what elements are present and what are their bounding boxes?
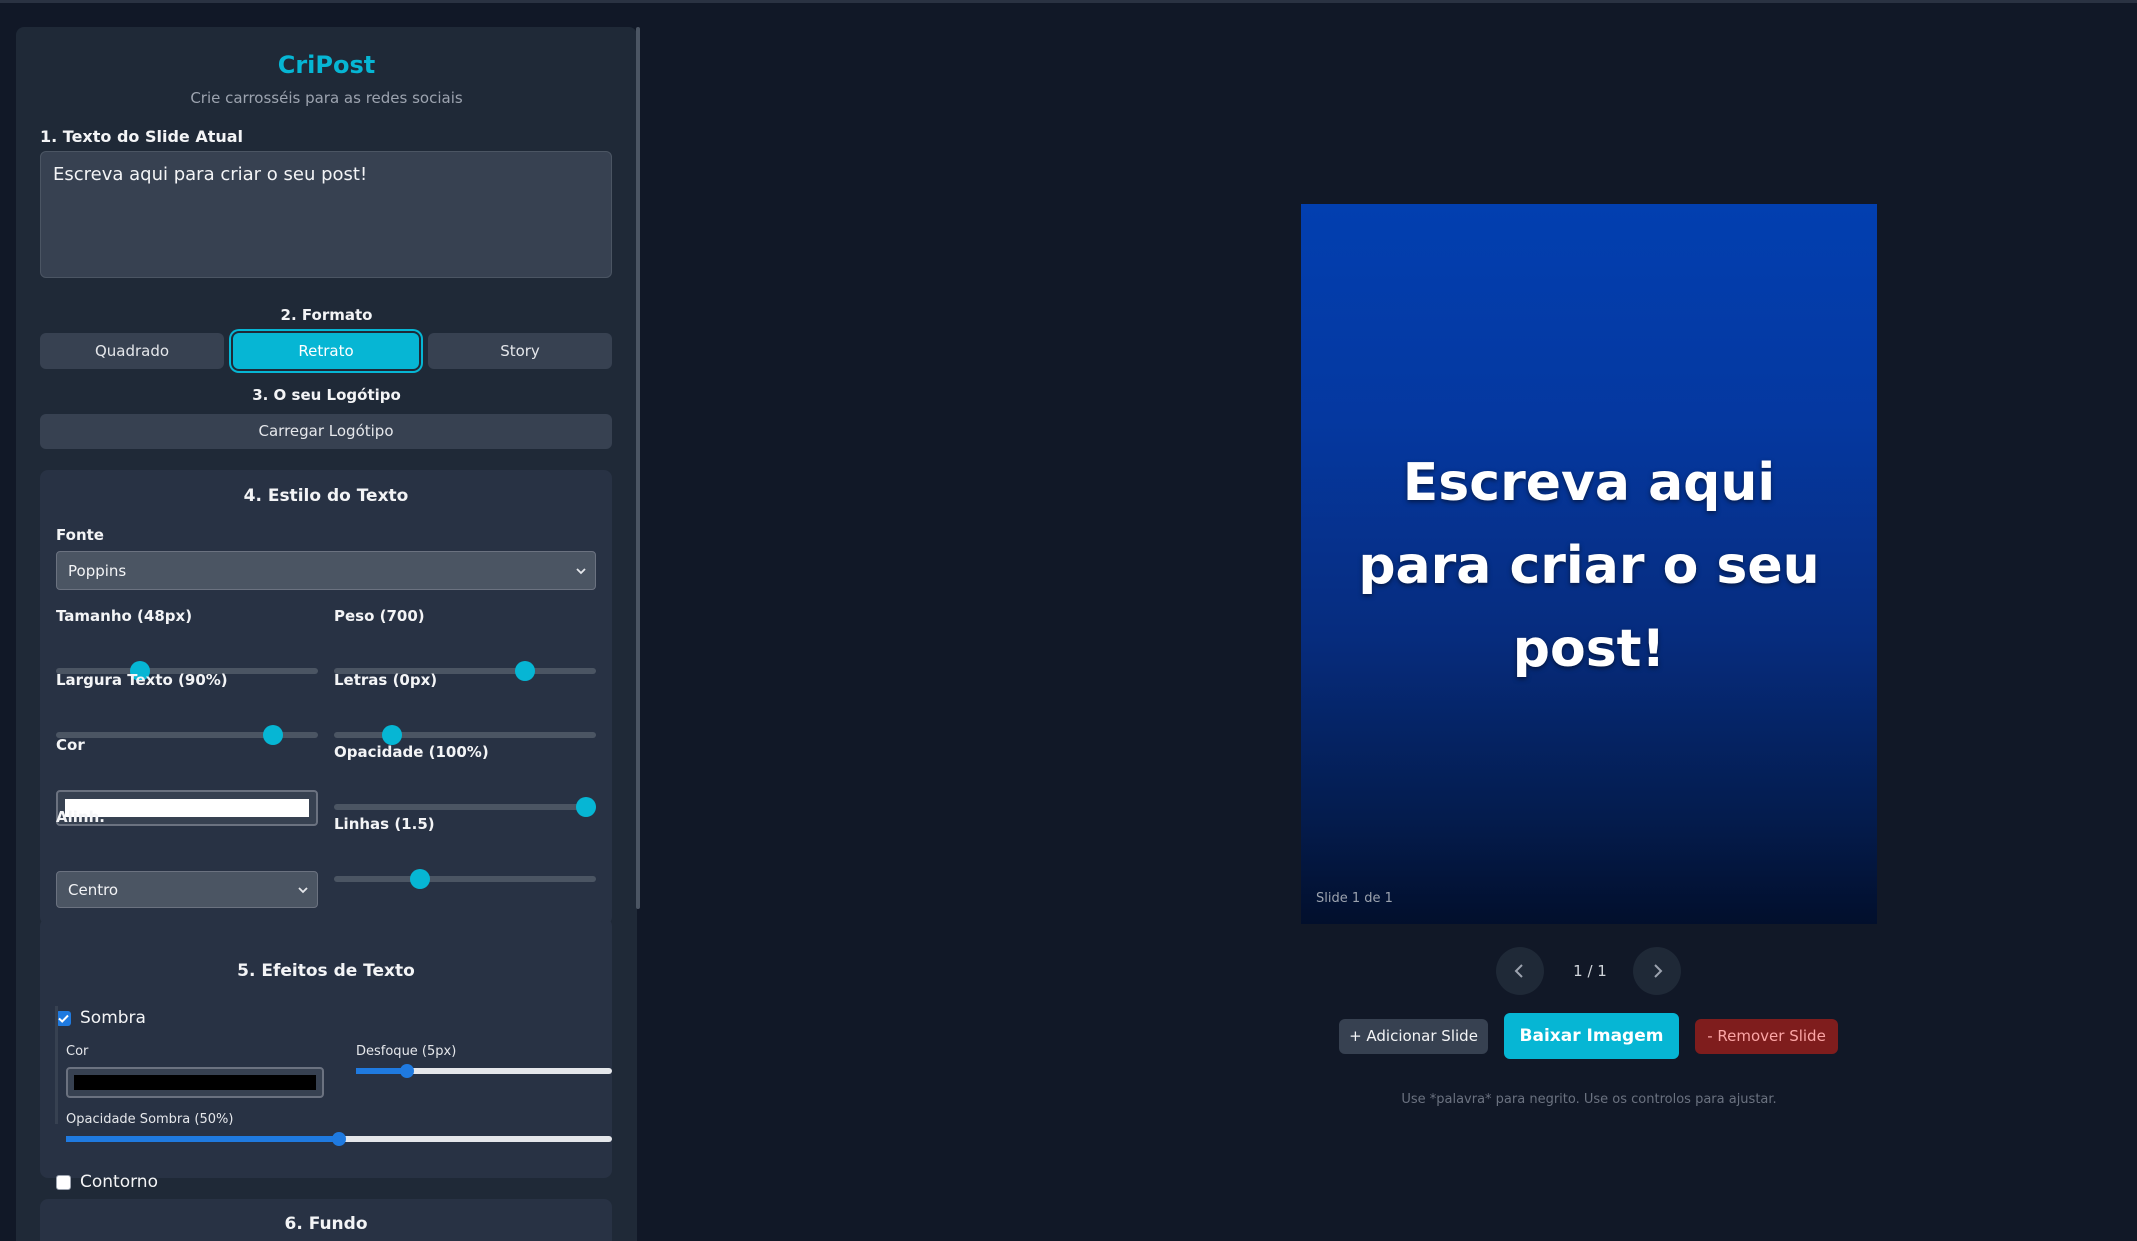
format-square-button[interactable]: Quadrado — [40, 333, 224, 369]
slide-preview: Escreva aqui para criar o seu post! Slid… — [1301, 204, 1877, 924]
font-select-value: Poppins — [68, 561, 127, 580]
blur-label: Desfoque (5px) — [356, 1044, 457, 1059]
opacity-slider[interactable] — [334, 797, 596, 817]
letter-spacing-label: Letras (0px) — [334, 671, 438, 689]
editor-sidebar: CriPost Crie carrosséis para as redes so… — [16, 27, 637, 1241]
download-image-button[interactable]: Baixar Imagem — [1504, 1013, 1679, 1059]
app-subtitle: Crie carrosséis para as redes sociais — [190, 89, 463, 107]
shadow-opacity-slider-thumb[interactable] — [332, 1132, 346, 1146]
line-height-label: Linhas (1.5) — [334, 815, 435, 833]
weight-slider-thumb[interactable] — [515, 661, 536, 681]
opacity-slider-thumb[interactable] — [575, 797, 596, 817]
outline-label: Contorno — [80, 1172, 158, 1192]
line-height-slider[interactable] — [334, 869, 596, 889]
prev-slide-button[interactable] — [1496, 947, 1544, 995]
font-label: Fonte — [56, 526, 104, 544]
text-width-slider-thumb[interactable] — [263, 725, 284, 745]
text-width-slider[interactable] — [56, 725, 318, 745]
chevron-left-icon — [1514, 964, 1523, 978]
text-style-title: 4. Estilo do Texto — [243, 486, 409, 506]
upload-logo-button[interactable]: Carregar Logótipo — [40, 414, 612, 449]
preview-text: Escreva aqui para criar o seu post! — [1358, 453, 1820, 679]
align-select[interactable]: Centro — [56, 871, 318, 908]
shadow-color-picker[interactable] — [66, 1067, 324, 1098]
text-width-label: Largura Texto (90%) — [56, 671, 228, 689]
top-border — [0, 0, 2137, 3]
background-title: 6. Fundo — [284, 1214, 368, 1234]
shadow-color-swatch — [74, 1075, 316, 1090]
hint-text: Use *palavra* para negrito. Use os contr… — [1401, 1092, 1777, 1107]
format-label: 2. Formato — [280, 306, 373, 324]
outline-checkbox[interactable] — [56, 1175, 71, 1190]
text-style-card: 4. Estilo do Texto Fonte Poppins Tamanho… — [40, 470, 612, 925]
font-select[interactable]: Poppins — [56, 551, 596, 590]
shadow-opacity-label: Opacidade Sombra (50%) — [66, 1112, 234, 1127]
weight-label: Peso (700) — [334, 607, 425, 625]
add-slide-button[interactable]: + Adicionar Slide — [1339, 1019, 1488, 1054]
line-height-slider-thumb[interactable] — [410, 869, 431, 889]
blur-slider[interactable] — [356, 1064, 612, 1078]
shadow-color-label: Cor — [66, 1044, 89, 1059]
background-card: 6. Fundo — [40, 1199, 612, 1241]
app-title: CriPost — [277, 51, 376, 79]
align-label: Alinh. — [56, 808, 105, 826]
text-effects-title: 5. Efeitos de Texto — [237, 961, 415, 981]
shadow-label: Sombra — [80, 1008, 146, 1028]
slide-text-label: 1. Texto do Slide Atual — [40, 127, 244, 146]
format-story-button[interactable]: Story — [428, 333, 612, 369]
size-label: Tamanho (48px) — [56, 607, 193, 625]
sidebar-scrollbar[interactable] — [636, 27, 640, 909]
shadow-checkbox[interactable] — [56, 1011, 71, 1026]
chevron-down-icon — [576, 567, 586, 574]
slide-text-input[interactable] — [40, 151, 612, 278]
text-effects-card: 5. Efeitos de Texto Sombra Cor Desfoque … — [40, 918, 612, 1192]
format-portrait-button[interactable]: Retrato — [233, 333, 419, 369]
align-select-value: Centro — [68, 880, 119, 899]
text-color-label: Cor — [56, 736, 85, 754]
check-icon — [58, 1014, 69, 1023]
shadow-opacity-slider-fill — [66, 1136, 339, 1142]
blur-slider-thumb[interactable] — [400, 1064, 415, 1078]
remove-slide-button[interactable]: - Remover Slide — [1695, 1019, 1838, 1054]
page-indicator: 1 / 1 — [1573, 962, 1607, 980]
letter-spacing-slider-thumb[interactable] — [381, 725, 402, 745]
logo-label: 3. O seu Logótipo — [252, 386, 401, 404]
chevron-right-icon — [1654, 964, 1663, 978]
opacity-label: Opacidade (100%) — [334, 743, 489, 761]
slide-counter: Slide 1 de 1 — [1316, 891, 1393, 906]
shadow-opacity-slider[interactable] — [66, 1132, 612, 1146]
next-slide-button[interactable] — [1633, 947, 1681, 995]
chevron-down-icon — [298, 886, 308, 893]
letter-spacing-slider[interactable] — [334, 725, 596, 745]
shadow-options-group — [55, 1006, 58, 1124]
